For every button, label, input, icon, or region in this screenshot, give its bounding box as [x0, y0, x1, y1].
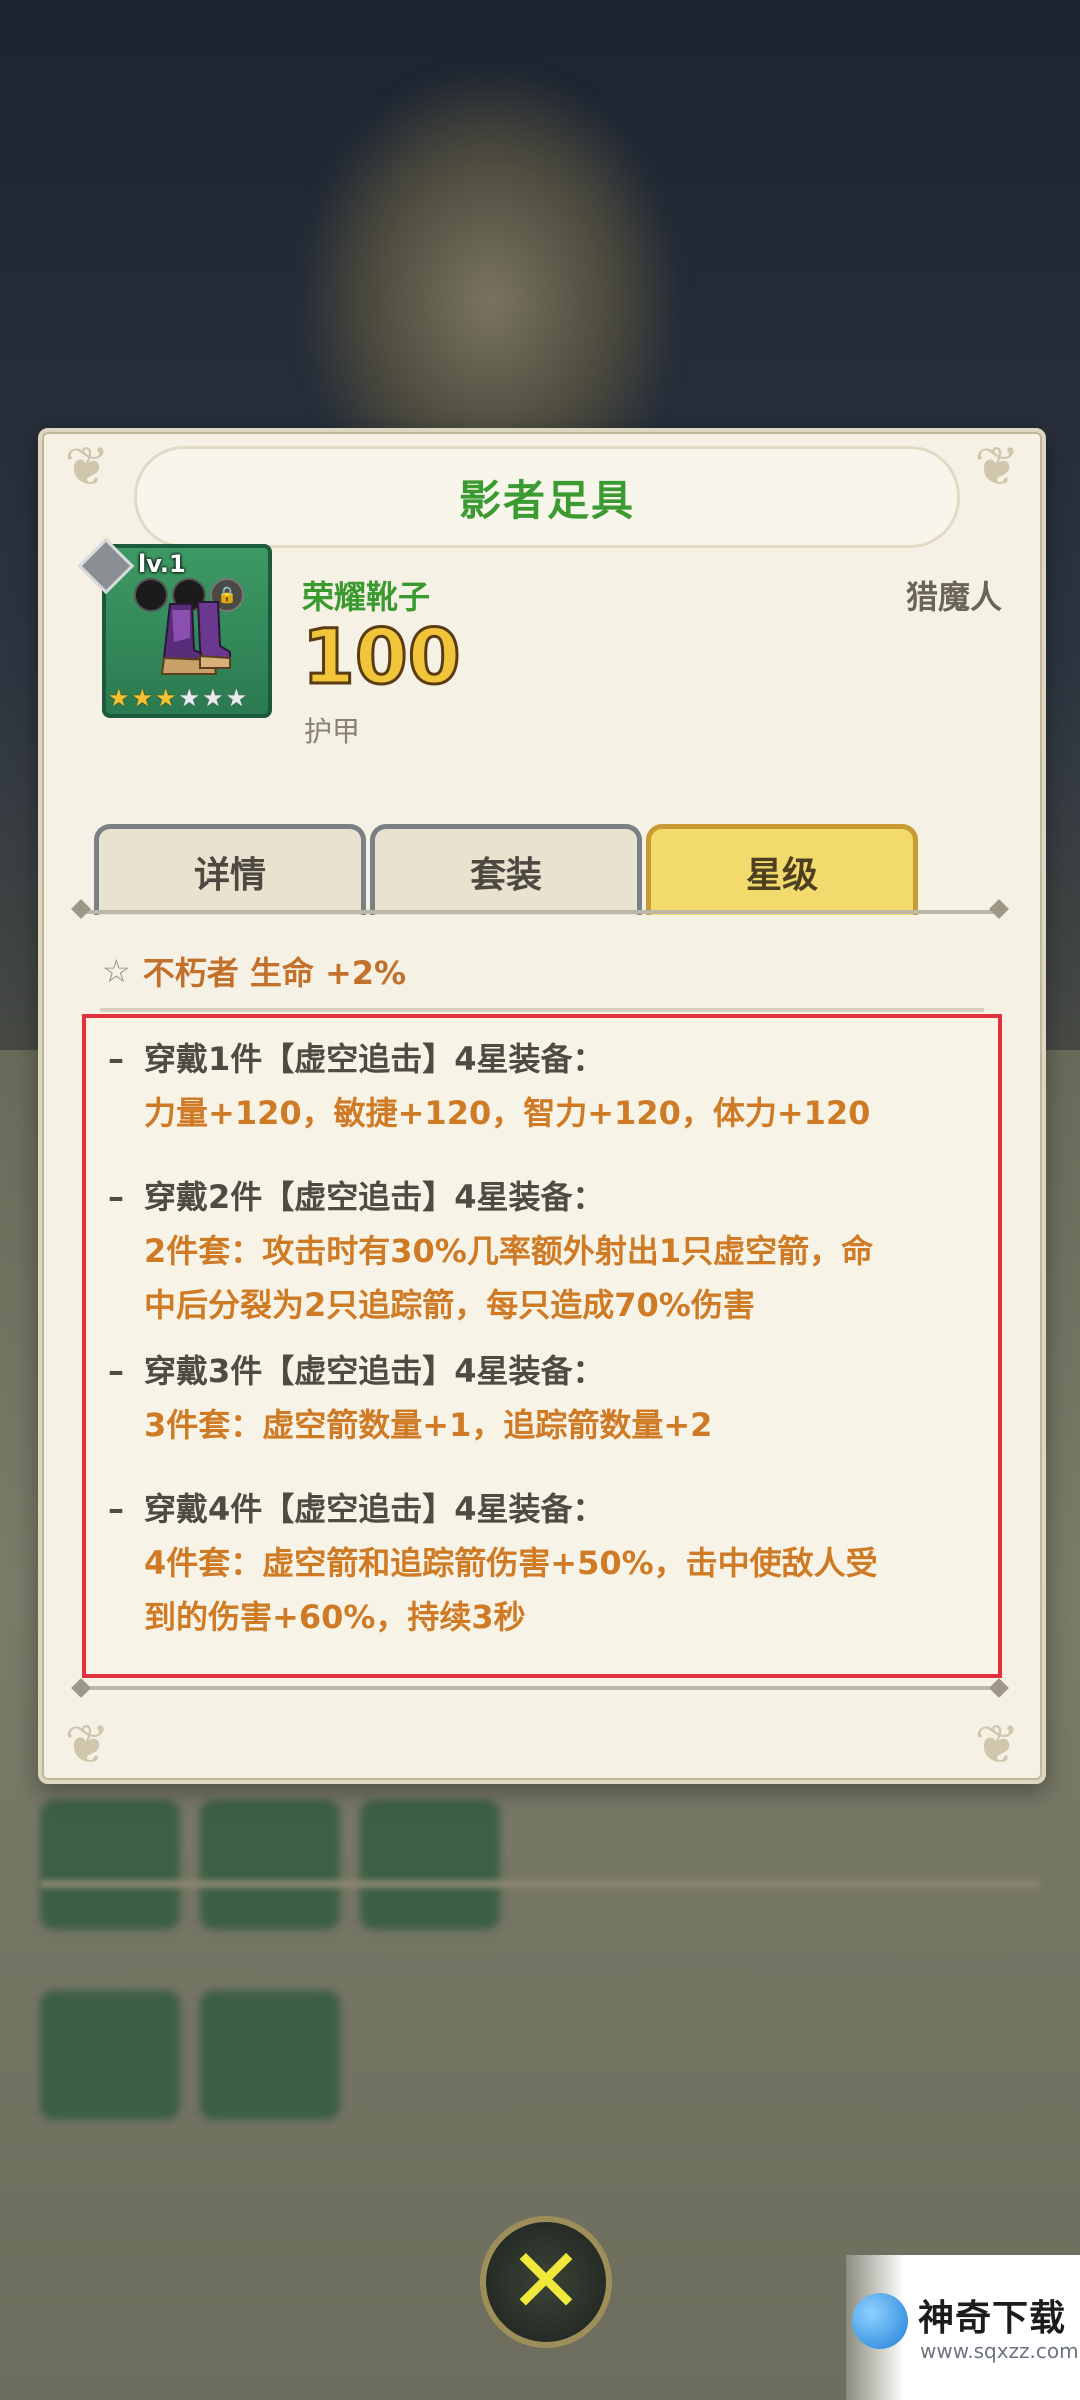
- bonus-entry: – 穿戴2件【虚空追击】4星装备： 2件套：攻击时有30%几率额外射出1只虚空箭，…: [108, 1170, 873, 1332]
- star-empty-icon: ★: [225, 684, 248, 712]
- bonus-entry: – 穿戴4件【虚空追击】4星装备： 4件套：虚空箭和追踪箭伤害+50%，击中使敌人…: [108, 1482, 878, 1644]
- bonus-heading: 穿戴1件【虚空追击】4星装备：: [144, 1040, 605, 1078]
- divider-ornament: [71, 899, 91, 919]
- bonus-detail: 2件套：攻击时有30%几率额外射出1只虚空箭，命: [144, 1232, 874, 1270]
- set-bonus-text: 不朽者 生命 +2%: [142, 954, 407, 992]
- background-slot: [360, 1800, 500, 1930]
- background-slot: [200, 1800, 340, 1930]
- site-logo-icon: [852, 2293, 908, 2349]
- bonus-entry: – 穿戴1件【虚空追击】4星装备： 力量+120，敏捷+120，智力+120，体力…: [108, 1032, 870, 1140]
- close-x-icon: ✕: [508, 2229, 584, 2334]
- star-filled-icon: ★: [131, 684, 154, 712]
- bonus-heading: 穿戴2件【虚空追击】4星装备：: [144, 1178, 605, 1216]
- bonus-detail: 中后分裂为2只追踪箭，每只造成70%伤害: [144, 1286, 755, 1324]
- item-class-label: 猎魔人: [905, 578, 1002, 616]
- close-button[interactable]: ✕: [480, 2216, 612, 2348]
- background-character: [300, 70, 680, 490]
- set-bonus-list: – 穿戴1件【虚空追击】4星装备： 力量+120，敏捷+120，智力+120，体力…: [82, 1008, 1002, 1678]
- bonus-heading: 穿戴4件【虚空追击】4星装备：: [144, 1490, 605, 1528]
- bonus-detail: 3件套：虚空箭数量+1，追踪箭数量+2: [144, 1406, 713, 1444]
- divider-ornament: [989, 899, 1009, 919]
- star-empty-icon: ★: [202, 684, 224, 712]
- tab-set[interactable]: 套装: [370, 824, 642, 915]
- star-outline-icon: ☆: [102, 952, 131, 990]
- corner-ornament: ❦: [64, 435, 110, 498]
- set-bonus-row: ☆ 不朽者 生命 +2%: [102, 948, 406, 994]
- tab-divider: [80, 910, 1000, 914]
- bonus-entry: – 穿戴3件【虚空追击】4星装备： 3件套：虚空箭数量+1，追踪箭数量+2: [108, 1344, 712, 1452]
- background-slot: [200, 1990, 340, 2120]
- dialog-title: 影者足具: [458, 475, 635, 525]
- item-stat-label: 护甲: [304, 715, 361, 748]
- bonus-heading: 穿戴3件【虚空追击】4星装备：: [144, 1352, 605, 1390]
- divider-ornament: [989, 1678, 1009, 1698]
- item-detail-dialog: ❦ ❦ ❦ ❦ 影者足具 lv.1 🔒 ★ ★ ★ ★ ★ ★ 荣耀靴子 100…: [38, 428, 1046, 1784]
- watermark: 神奇下载 www.sqxzz.com: [846, 2255, 1080, 2400]
- watermark-title: 神奇下载: [918, 2298, 1067, 2339]
- item-level: lv.1: [138, 550, 186, 578]
- background-slot: [40, 1990, 180, 2120]
- bonus-detail: 4件套：虚空箭和追踪箭伤害+50%，击中使敌人受: [144, 1544, 878, 1582]
- item-stat-value: 100: [301, 611, 463, 703]
- bottom-divider: [82, 1686, 1002, 1690]
- tab-star-level[interactable]: 星级: [646, 824, 918, 915]
- background-slot: [40, 1800, 180, 1930]
- corner-ornament: ❦: [974, 435, 1020, 498]
- corner-ornament: ❦: [64, 1713, 110, 1776]
- star-filled-icon: ★: [108, 684, 130, 712]
- star-rating: ★ ★ ★ ★ ★ ★: [108, 684, 247, 712]
- star-empty-icon: ★: [178, 684, 201, 712]
- corner-ornament: ❦: [974, 1713, 1020, 1776]
- dialog-title-bar: 影者足具: [134, 446, 960, 548]
- star-filled-icon: ★: [155, 684, 177, 712]
- watermark-url: www.sqxzz.com: [920, 2339, 1079, 2363]
- divider: [100, 1008, 984, 1012]
- background-divider: [40, 1880, 1040, 1888]
- bonus-detail: 力量+120，敏捷+120，智力+120，体力+120: [144, 1094, 871, 1132]
- tab-details[interactable]: 详情: [94, 824, 366, 915]
- boots-icon: [160, 601, 231, 675]
- divider-ornament: [71, 1678, 91, 1698]
- bonus-detail: 到的伤害+60%，持续3秒: [144, 1598, 526, 1636]
